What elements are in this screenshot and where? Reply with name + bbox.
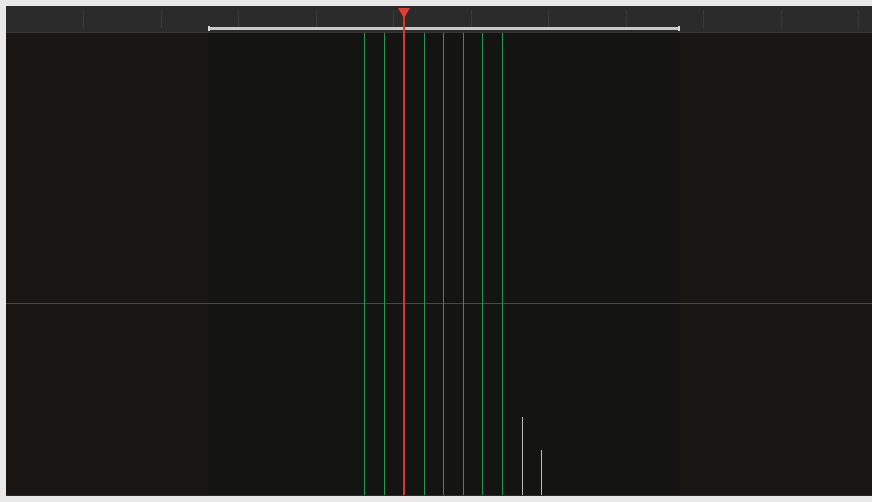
ruler-tick	[471, 10, 472, 28]
green-guide-line[interactable]	[364, 33, 365, 496]
ruler-tick	[703, 10, 704, 28]
ruler-tick	[238, 10, 239, 28]
green-guide-line[interactable]	[463, 33, 464, 496]
ruler-tick	[83, 10, 84, 28]
playhead-handle-icon[interactable]	[398, 8, 410, 18]
timeline-panel	[6, 6, 872, 496]
playhead-line[interactable]	[403, 14, 405, 496]
green-guide-line[interactable]	[482, 33, 483, 496]
green-guide-line[interactable]	[384, 33, 385, 496]
ruler-tick	[316, 10, 317, 28]
window-frame	[0, 0, 872, 502]
ruler-tick	[393, 10, 394, 28]
in-out-range-bar[interactable]	[208, 26, 680, 31]
marker-line	[541, 450, 542, 496]
ruler-tick	[548, 10, 549, 28]
horizontal-guide-line[interactable]	[6, 303, 872, 304]
ruler-tick	[781, 10, 782, 28]
panel-bottom-edge	[6, 495, 872, 496]
ruler-tick	[161, 10, 162, 28]
active-range-area[interactable]	[208, 33, 680, 496]
ruler-tick	[858, 10, 859, 28]
green-guide-line[interactable]	[502, 33, 503, 496]
ruler-tick	[626, 10, 627, 28]
timeline-ruler[interactable]	[6, 6, 872, 33]
green-guide-line[interactable]	[443, 33, 444, 496]
marker-line	[522, 417, 523, 496]
green-guide-line[interactable]	[424, 33, 425, 496]
